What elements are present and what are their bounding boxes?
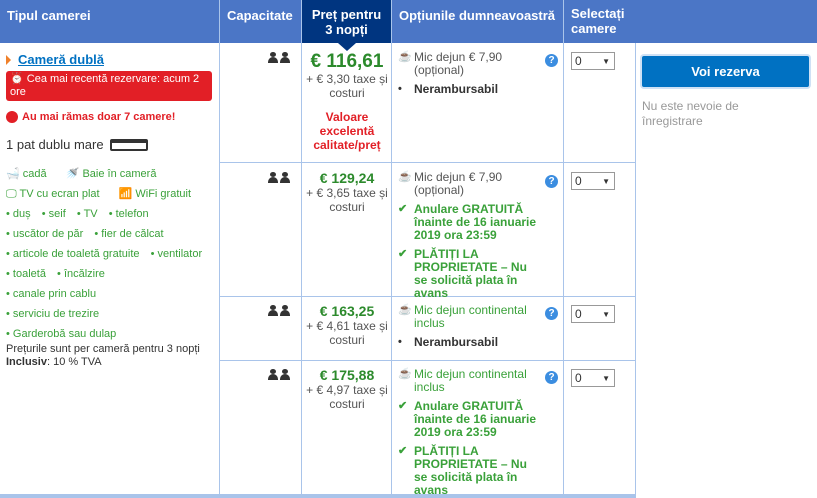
header-options: Opțiunile dumneavoastră [392, 0, 564, 43]
price-note: Prețurile sunt per cameră pentru 3 nopți… [6, 343, 200, 368]
options-cell: ☕ Mic dejun € 7,90 (opțional) ✔ Anulare GRA… [398, 170, 537, 300]
coffee-icon: ☕ [398, 51, 412, 63]
facility-item: articole de toaletă gratuite [6, 248, 140, 260]
bathtub-feature: 🛁 cadă [6, 168, 47, 180]
facility-item: serviciu de trezire [6, 308, 99, 320]
price-tax: + € 3,65 taxe și costuri [306, 186, 388, 214]
bullet-icon: • [398, 336, 402, 348]
capacity-two-persons [268, 305, 292, 319]
check-icon: ✔ [398, 248, 408, 260]
rooms-left-alert: Au mai rămas doar 7 camere! [6, 111, 213, 123]
facility-item: canale prin cablu [6, 288, 96, 300]
price-value: € 175,88 [319, 367, 375, 383]
facility-item: încălzire [57, 268, 105, 280]
price-tax: + € 3,30 taxe și costuri [306, 72, 388, 100]
options-cell: ☕ Mic dejun € 7,90 (opțional) • Nerambursab… [398, 50, 503, 96]
person-icon [280, 369, 290, 380]
facility-item: ventilator [151, 248, 203, 260]
price-cell: € 116,61 + € 3,30 taxe și costuri Valoar… [302, 51, 392, 153]
capacity-two-persons [268, 369, 292, 383]
person-icon [268, 369, 278, 380]
header-room-type: Tipul camerei [0, 0, 220, 43]
price-tax: + € 4,97 taxe și costuri [306, 383, 388, 411]
facility-item: telefon [109, 208, 149, 220]
capacity-two-persons [268, 52, 292, 66]
bed-info: 1 pat dublu mare [6, 137, 213, 152]
options-cell: ☕ Mic dejun continental inclus ✔ Anulare G… [398, 367, 537, 497]
person-icon [268, 305, 278, 316]
facility-item: Garderobă sau dulap [6, 328, 116, 340]
header-price: Preț pentru 3 nopți [302, 0, 392, 51]
bed-icon [109, 138, 148, 151]
room-quantity-select[interactable]: 0 [571, 305, 615, 323]
person-icon [280, 305, 290, 316]
price-cell: € 175,88 + € 4,97 taxe și costuri [302, 367, 392, 412]
help-icon[interactable]: ? [545, 371, 558, 384]
check-icon: ✔ [398, 400, 408, 412]
facility-item: duș [6, 208, 31, 220]
coffee-icon: ☕ [398, 368, 412, 380]
room-cell: Cameră dublă ⏰ Cea mai recentă rezervare… [0, 43, 219, 352]
room-quantity-select[interactable]: 0 [571, 172, 615, 190]
no-registration-note: Nu este nevoie de înregistrare [642, 99, 739, 128]
room-quantity-select[interactable]: 0 [571, 52, 615, 70]
person-icon [280, 52, 290, 63]
price-tax: + € 4,61 taxe și costuri [306, 319, 388, 347]
header-extension [635, 0, 817, 43]
value-badge: Valoare excelentă calitate/preț [313, 110, 381, 152]
coffee-icon: ☕ [398, 171, 412, 183]
person-icon [280, 172, 290, 183]
room-quantity-select[interactable]: 0 [571, 369, 615, 387]
facility-item: seif [42, 208, 66, 220]
bullet-icon: • [398, 83, 402, 95]
header-capacity: Capacitate [220, 0, 302, 43]
tv-feature: 🖵 TV cu ecran plat [6, 188, 100, 200]
price-value: € 163,25 [319, 303, 375, 319]
facility-item: uscător de păr [6, 228, 83, 240]
book-button[interactable]: Voi rezerva [642, 56, 809, 87]
facility-item: TV [77, 208, 98, 220]
alert-dot-icon [6, 111, 18, 123]
capacity-two-persons [268, 172, 292, 186]
room-name-link[interactable]: Cameră dublă [18, 52, 104, 67]
wifi-feature: 📶 WiFi gratuit [118, 188, 192, 200]
person-icon [268, 172, 278, 183]
check-icon: ✔ [398, 203, 408, 215]
help-icon[interactable]: ? [545, 175, 558, 188]
price-cell: € 163,25 + € 4,61 taxe și costuri [302, 303, 392, 348]
price-value: € 116,61 [310, 51, 384, 72]
expand-arrow-icon [6, 54, 11, 65]
options-cell: ☕ Mic dejun continental inclus • Neramburs… [398, 303, 527, 349]
room-features: 🛁 cadă 🚿 Baie în cameră 🖵 TV cu ecran pl… [6, 164, 213, 344]
bathroom-feature: 🚿 Baie în cameră [65, 168, 157, 180]
help-icon[interactable]: ? [545, 307, 558, 320]
coffee-icon: ☕ [398, 304, 412, 316]
facility-item: fier de călcat [94, 228, 163, 240]
price-value: € 129,24 [319, 170, 375, 186]
header-select: Selectați camere [564, 0, 636, 43]
recent-booking-badge: ⏰ Cea mai recentă rezervare: acum 2 ore [6, 71, 212, 101]
help-icon[interactable]: ? [545, 54, 558, 67]
check-icon: ✔ [398, 445, 408, 457]
facility-item: toaletă [6, 268, 46, 280]
person-icon [268, 52, 278, 63]
price-cell: € 129,24 + € 3,65 taxe și costuri [302, 170, 392, 215]
